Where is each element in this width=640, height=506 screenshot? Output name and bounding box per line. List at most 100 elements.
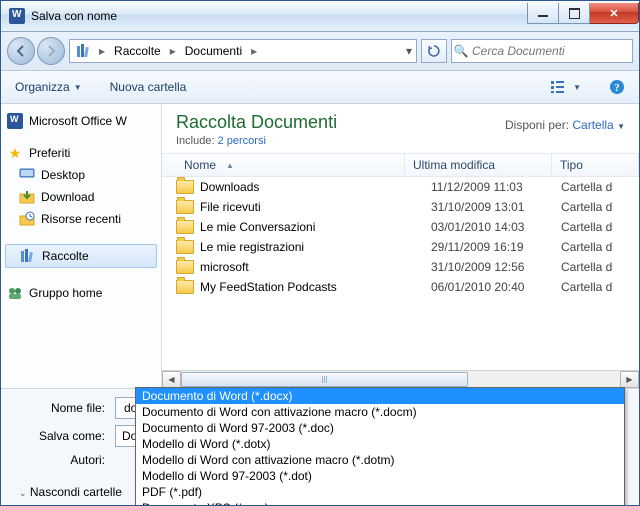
breadcrumb-root[interactable]: Raccolte <box>108 40 167 62</box>
column-headers: Nome ▲ Ultima modifica Tipo <box>162 153 639 177</box>
body: Microsoft Office W ★ Preferiti Desktop D… <box>1 104 639 388</box>
back-button[interactable] <box>7 37 35 65</box>
filename-label: Nome file: <box>15 401 115 415</box>
libraries-icon <box>76 43 92 59</box>
window-buttons <box>527 3 639 23</box>
folder-icon <box>176 179 194 195</box>
sidebar-item-homegroup[interactable]: Gruppo home <box>1 282 161 304</box>
authors-label: Autori: <box>15 453 115 467</box>
file-row[interactable]: microsoft31/10/2009 12:56Cartella d <box>162 257 639 277</box>
file-name: Le mie Conversazioni <box>200 220 431 234</box>
toolbar: Organizza ▼ Nuova cartella ▼ ? <box>1 71 639 104</box>
sidebar-item-favorites[interactable]: ★ Preferiti <box>1 142 161 164</box>
scroll-thumb[interactable] <box>181 372 468 387</box>
saveas-option[interactable]: Modello di Word con attivazione macro (*… <box>136 452 624 468</box>
column-name[interactable]: Nome ▲ <box>162 154 405 176</box>
hide-folders-button[interactable]: ⌄ Nascondi cartelle <box>15 485 115 499</box>
refresh-button[interactable] <box>421 39 447 63</box>
window-title: Salva con nome <box>31 9 527 23</box>
saveas-option[interactable]: Documento di Word con attivazione macro … <box>136 404 624 420</box>
scroll-right-button[interactable]: ▶ <box>620 371 639 388</box>
file-row[interactable]: Downloads11/12/2009 11:03Cartella d <box>162 177 639 197</box>
folder-icon <box>176 279 194 295</box>
file-modified: 03/01/2010 14:03 <box>431 220 561 234</box>
file-type: Cartella d <box>561 260 631 274</box>
file-list: Downloads11/12/2009 11:03Cartella dFile … <box>162 177 639 370</box>
folder-icon <box>176 239 194 255</box>
new-folder-button[interactable]: Nuova cartella <box>104 76 193 98</box>
file-type: Cartella d <box>561 220 631 234</box>
svg-text:?: ? <box>614 82 620 94</box>
forward-button[interactable] <box>37 37 65 65</box>
column-modified[interactable]: Ultima modifica <box>405 154 552 176</box>
folder-icon <box>176 219 194 235</box>
save-as-dialog: Salva con nome ▸ Raccolte ▸ Documenti ▸ <box>0 0 640 506</box>
chevron-down-icon: ⌄ <box>19 488 27 498</box>
saveas-option[interactable]: Modello di Word 97-2003 (*.dot) <box>136 468 624 484</box>
breadcrumb-folder[interactable]: Documenti <box>179 40 248 62</box>
address-row: ▸ Raccolte ▸ Documenti ▸ ▾ 🔍 <box>1 32 639 71</box>
saveas-option[interactable]: PDF (*.pdf) <box>136 484 624 500</box>
chevron-right-icon: ▸ <box>167 44 179 58</box>
folder-icon <box>176 199 194 215</box>
close-button[interactable] <box>590 3 639 24</box>
library-header: Raccolta Documenti Include: 2 percorsi D… <box>162 104 639 153</box>
library-subtitle: Include: 2 percorsi <box>176 135 337 147</box>
folder-icon <box>176 259 194 275</box>
file-row[interactable]: File ricevuti31/10/2009 13:01Cartella d <box>162 197 639 217</box>
file-row[interactable]: Le mie registrazioni29/11/2009 16:19Cart… <box>162 237 639 257</box>
chevron-right-icon: ▸ <box>96 44 108 58</box>
chevron-down-icon: ▼ <box>74 83 82 92</box>
file-type: Cartella d <box>561 180 631 194</box>
file-row[interactable]: My FeedStation Podcasts06/01/2010 20:40C… <box>162 277 639 297</box>
saveas-option[interactable]: Documento di Word 97-2003 (*.doc) <box>136 420 624 436</box>
libraries-icon <box>20 248 36 264</box>
saveas-option[interactable]: Documento XPS (*.xps) <box>136 500 624 506</box>
library-locations-link[interactable]: 2 percorsi <box>218 135 266 147</box>
organize-button[interactable]: Organizza ▼ <box>9 76 88 98</box>
app-icon <box>9 8 25 24</box>
file-row[interactable]: Le mie Conversazioni03/01/2010 14:03Cart… <box>162 217 639 237</box>
horizontal-scrollbar[interactable]: ◀ ▶ <box>162 370 639 388</box>
chevron-down-icon: ▼ <box>573 83 581 92</box>
search-box[interactable]: 🔍 <box>451 39 633 63</box>
column-type[interactable]: Tipo <box>552 154 639 176</box>
recent-icon <box>19 211 35 227</box>
star-icon: ★ <box>7 145 23 161</box>
maximize-button[interactable] <box>559 3 590 24</box>
file-name: Le mie registrazioni <box>200 240 431 254</box>
titlebar: Salva con nome <box>1 1 639 32</box>
file-modified: 11/12/2009 11:03 <box>431 180 561 194</box>
saveas-dropdown[interactable]: Documento di Word (*.docx)Documento di W… <box>135 387 625 506</box>
help-button[interactable]: ? <box>603 75 631 99</box>
breadcrumb-dropdown-icon[interactable]: ▾ <box>402 44 416 58</box>
sidebar-item-libraries[interactable]: Raccolte <box>5 244 157 268</box>
sidebar: Microsoft Office W ★ Preferiti Desktop D… <box>1 104 162 388</box>
saveas-label: Salva come: <box>15 429 115 443</box>
view-button[interactable]: ▼ <box>545 76 587 98</box>
scroll-track[interactable] <box>181 372 620 387</box>
chevron-right-icon: ▸ <box>248 44 260 58</box>
file-type: Cartella d <box>561 200 631 214</box>
sidebar-item-download[interactable]: Download <box>1 186 161 208</box>
file-name: microsoft <box>200 260 431 274</box>
sidebar-item-recent[interactable]: Risorse recenti <box>1 208 161 230</box>
file-modified: 31/10/2009 12:56 <box>431 260 561 274</box>
sidebar-item-desktop[interactable]: Desktop <box>1 164 161 186</box>
word-icon <box>7 113 23 129</box>
file-name: Downloads <box>200 180 431 194</box>
file-modified: 06/01/2010 20:40 <box>431 280 561 294</box>
sidebar-item-office[interactable]: Microsoft Office W <box>1 110 161 132</box>
search-input[interactable] <box>470 43 632 59</box>
minimize-button[interactable] <box>527 3 559 24</box>
sort-asc-icon: ▲ <box>226 161 234 170</box>
saveas-option[interactable]: Modello di Word (*.dotx) <box>136 436 624 452</box>
saveas-option[interactable]: Documento di Word (*.docx) <box>136 388 624 404</box>
search-icon: 🔍 <box>452 44 470 58</box>
download-icon <box>19 189 35 205</box>
breadcrumb[interactable]: ▸ Raccolte ▸ Documenti ▸ ▾ <box>69 39 417 63</box>
arrange-by: Disponi per: Cartella ▼ <box>505 112 625 132</box>
scroll-left-button[interactable]: ◀ <box>162 371 181 388</box>
arrange-by-link[interactable]: Cartella ▼ <box>572 118 625 132</box>
homegroup-icon <box>7 285 23 301</box>
